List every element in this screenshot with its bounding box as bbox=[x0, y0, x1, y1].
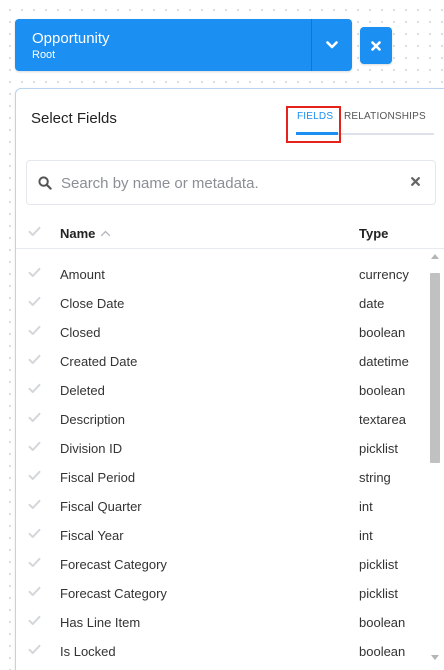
fields-list: Amount currency Close Date date Closed boolea… bbox=[16, 259, 428, 665]
table-row[interactable]: Close Date date bbox=[16, 288, 428, 317]
object-selector[interactable]: Opportunity Root bbox=[15, 19, 352, 71]
check-icon[interactable] bbox=[28, 354, 41, 365]
field-name: Created Date bbox=[60, 354, 138, 369]
column-header-name[interactable]: Name bbox=[60, 226, 111, 241]
field-type: picklist bbox=[359, 586, 399, 601]
object-dropdown-button[interactable] bbox=[312, 19, 352, 71]
select-fields-panel: Select Fields FIELDS RELATIONSHIPS Name … bbox=[15, 88, 444, 670]
check-icon[interactable] bbox=[28, 325, 41, 336]
field-name: Fiscal Year bbox=[60, 528, 124, 543]
search-icon bbox=[38, 176, 52, 190]
field-name: Description bbox=[60, 412, 126, 427]
field-type: picklist bbox=[359, 441, 399, 456]
table-row[interactable]: Forecast Category picklist bbox=[16, 578, 428, 607]
table-row[interactable]: Deleted boolean bbox=[16, 375, 428, 404]
table-row[interactable]: Created Date datetime bbox=[16, 346, 428, 375]
field-type: boolean bbox=[359, 383, 406, 398]
field-name: Forecast Category bbox=[60, 586, 167, 601]
field-type: date bbox=[359, 296, 385, 311]
field-type: datetime bbox=[359, 354, 409, 369]
table-row[interactable]: Closed boolean bbox=[16, 317, 428, 346]
table-row[interactable]: Has Line Item boolean bbox=[16, 607, 428, 636]
object-subtitle: Root bbox=[32, 49, 56, 61]
field-type: boolean bbox=[359, 325, 406, 340]
check-icon[interactable] bbox=[28, 528, 41, 539]
object-name: Opportunity bbox=[32, 30, 110, 47]
scroll-down-arrow-icon[interactable] bbox=[431, 655, 439, 660]
column-header-name-label: Name bbox=[60, 226, 96, 241]
table-row[interactable]: Is Locked boolean bbox=[16, 636, 428, 665]
search-box[interactable] bbox=[26, 160, 436, 205]
table-row[interactable]: Amount currency bbox=[16, 259, 428, 288]
check-icon[interactable] bbox=[28, 470, 41, 481]
scroll-thumb[interactable] bbox=[430, 273, 440, 463]
chevron-down-icon bbox=[326, 41, 338, 49]
field-type: int bbox=[359, 499, 373, 514]
field-name: Has Line Item bbox=[60, 615, 141, 630]
field-type: string bbox=[359, 470, 391, 485]
field-type: boolean bbox=[359, 615, 406, 630]
table-row[interactable]: Forecast Category picklist bbox=[16, 549, 428, 578]
check-icon[interactable] bbox=[28, 586, 41, 597]
field-name: Amount bbox=[60, 267, 105, 282]
check-icon[interactable] bbox=[28, 615, 41, 626]
field-name: Fiscal Period bbox=[60, 470, 136, 485]
field-type: currency bbox=[359, 267, 409, 282]
check-icon[interactable] bbox=[28, 267, 41, 278]
scroll-up-arrow-icon[interactable] bbox=[431, 254, 439, 259]
tab-relationships[interactable]: RELATIONSHIPS bbox=[344, 111, 426, 122]
table-row[interactable]: Fiscal Quarter int bbox=[16, 491, 428, 520]
field-name: Closed bbox=[60, 325, 101, 340]
field-name: Is Locked bbox=[60, 644, 116, 659]
table-row[interactable]: Division ID picklist bbox=[16, 433, 428, 462]
highlight-box bbox=[286, 106, 341, 143]
check-icon[interactable] bbox=[28, 557, 41, 568]
check-icon[interactable] bbox=[28, 412, 41, 423]
sort-ascending-icon bbox=[101, 230, 111, 237]
table-header: Name Type bbox=[16, 219, 444, 249]
table-row[interactable]: Fiscal Year int bbox=[16, 520, 428, 549]
field-name: Division ID bbox=[60, 441, 123, 456]
field-type: boolean bbox=[359, 644, 406, 659]
field-type: textarea bbox=[359, 412, 406, 427]
clear-search-icon[interactable] bbox=[411, 177, 420, 186]
field-type: int bbox=[359, 528, 373, 543]
field-name: Deleted bbox=[60, 383, 105, 398]
field-name: Forecast Category bbox=[60, 557, 167, 572]
close-button[interactable] bbox=[360, 27, 392, 64]
close-icon bbox=[371, 40, 381, 51]
panel-title: Select Fields bbox=[31, 110, 117, 127]
field-name: Close Date bbox=[60, 296, 125, 311]
check-icon[interactable] bbox=[28, 441, 41, 452]
check-icon[interactable] bbox=[28, 644, 41, 655]
search-input[interactable] bbox=[61, 172, 391, 194]
scrollbar[interactable] bbox=[428, 251, 442, 669]
table-row[interactable]: Description textarea bbox=[16, 404, 428, 433]
check-icon[interactable] bbox=[28, 499, 41, 510]
field-name: Fiscal Quarter bbox=[60, 499, 142, 514]
field-type: picklist bbox=[359, 557, 399, 572]
select-all-check-icon[interactable] bbox=[28, 226, 41, 237]
table-row[interactable]: Fiscal Period string bbox=[16, 462, 428, 491]
check-icon[interactable] bbox=[28, 383, 41, 394]
check-icon[interactable] bbox=[28, 296, 41, 307]
column-header-type[interactable]: Type bbox=[359, 226, 388, 241]
